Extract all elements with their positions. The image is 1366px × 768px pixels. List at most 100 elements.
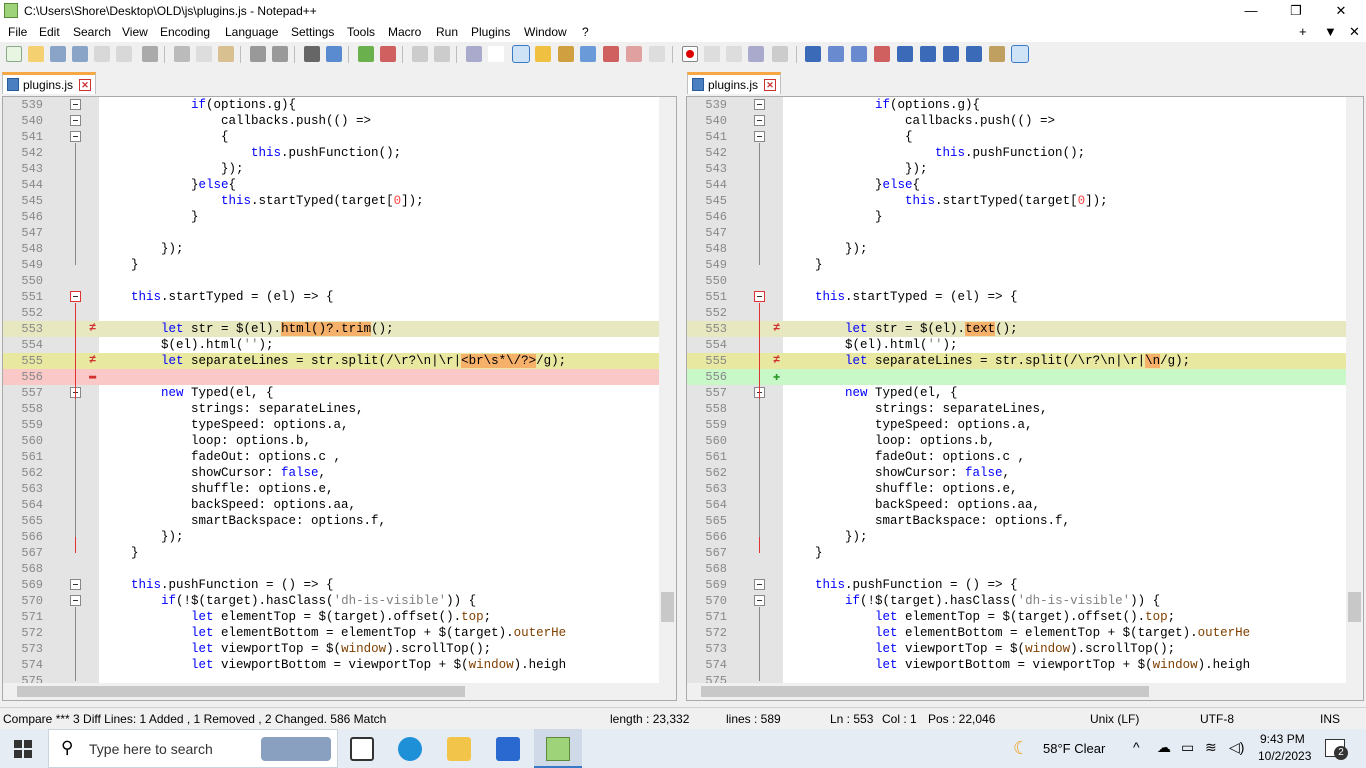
code-line[interactable]: 565 smartBackspace: options.f, xyxy=(687,513,1363,529)
fold-toggle-icon[interactable] xyxy=(754,595,765,606)
code-line[interactable]: 559 typeSpeed: options.a, xyxy=(687,417,1363,433)
code-line[interactable]: 552 xyxy=(3,305,676,321)
find-icon[interactable] xyxy=(304,46,320,62)
windows-start-icon[interactable] xyxy=(14,740,32,758)
zoom-out-icon[interactable] xyxy=(380,46,396,62)
save-macro-icon[interactable] xyxy=(772,46,788,62)
code-line[interactable]: 553 ≠ let str = $(el).html()?.trim(); xyxy=(3,321,676,337)
run-macro-multiple-icon[interactable] xyxy=(748,46,764,62)
menu-macro[interactable]: Macro xyxy=(388,25,421,39)
close-tab-icon[interactable]: ✕ xyxy=(764,79,776,91)
code-line[interactable]: 556 ▬ xyxy=(3,369,676,385)
code-line[interactable]: 551 this.startTyped = (el) => { xyxy=(687,289,1363,305)
code-line[interactable]: 553 ≠ let str = $(el).text(); xyxy=(687,321,1363,337)
close-tab-icon[interactable]: ✕ xyxy=(79,79,91,91)
folder-icon[interactable] xyxy=(626,46,642,62)
sync-horizontal-icon[interactable] xyxy=(434,46,450,62)
fold-toggle-icon[interactable] xyxy=(754,99,765,110)
fold-toggle-icon[interactable] xyxy=(70,579,81,590)
menu-help[interactable]: ? xyxy=(582,25,589,39)
first-diff-icon[interactable] xyxy=(897,46,913,62)
code-line[interactable]: 562 showCursor: false, xyxy=(687,465,1363,481)
code-line[interactable]: 545 this.startTyped(target[0]); xyxy=(3,193,676,209)
function-list-icon[interactable] xyxy=(580,46,596,62)
code-line[interactable]: 574 let viewportBottom = viewportTop + $… xyxy=(3,657,676,673)
code-line[interactable]: 571 let elementTop = $(target).offset().… xyxy=(3,609,676,625)
print-icon[interactable] xyxy=(142,46,158,62)
dropdown-icon[interactable]: ▼ xyxy=(1324,24,1337,39)
code-line[interactable]: 541 { xyxy=(687,129,1363,145)
code-line[interactable]: 541 { xyxy=(3,129,676,145)
code-line[interactable]: 558 strings: separateLines, xyxy=(687,401,1363,417)
code-line[interactable]: 572 let elementBottom = elementTop + $(t… xyxy=(3,625,676,641)
close-icon[interactable] xyxy=(94,46,110,62)
weather-text[interactable]: 58°F Clear xyxy=(1043,741,1105,756)
close-doc-icon[interactable]: ✕ xyxy=(1349,24,1360,40)
code-line[interactable]: 545 this.startTyped(target[0]); xyxy=(687,193,1363,209)
code-line[interactable]: 554 $(el).html(''); xyxy=(687,337,1363,353)
right-editor-pane[interactable]: 539 if(options.g){540 callbacks.push(() … xyxy=(686,96,1364,701)
code-line[interactable]: 568 xyxy=(687,561,1363,577)
menu-tools[interactable]: Tools xyxy=(347,25,375,39)
code-line[interactable]: 571 let elementTop = $(target).offset().… xyxy=(687,609,1363,625)
new-tab-plus-icon[interactable]: + xyxy=(1299,24,1307,39)
right-vertical-scrollbar[interactable] xyxy=(1346,97,1363,700)
replace-icon[interactable] xyxy=(326,46,342,62)
code-line[interactable]: 554 $(el).html(''); xyxy=(3,337,676,353)
close-button[interactable]: ✕ xyxy=(1318,0,1364,22)
code-line[interactable]: 557 new Typed(el, { xyxy=(687,385,1363,401)
taskbar-notepadpp-button[interactable] xyxy=(534,729,582,768)
menu-view[interactable]: View xyxy=(122,25,148,39)
cloud-icon[interactable]: ☁ xyxy=(1157,739,1171,756)
maximize-button[interactable]: ❐ xyxy=(1273,0,1319,22)
battery-icon[interactable]: ▭ xyxy=(1181,739,1194,756)
chevron-up-icon[interactable]: ^ xyxy=(1133,739,1140,755)
code-line[interactable]: 551 this.startTyped = (el) => { xyxy=(3,289,676,305)
folder-workspace-icon[interactable] xyxy=(603,46,619,62)
fold-toggle-icon[interactable] xyxy=(754,579,765,590)
code-line[interactable]: 563 shuffle: options.e, xyxy=(3,481,676,497)
code-line[interactable]: 570 if(!$(target).hasClass('dh-is-visibl… xyxy=(3,593,676,609)
insert-mode-indicator[interactable]: INS xyxy=(1320,712,1340,726)
left-editor-pane[interactable]: 539 if(options.g){540 callbacks.push(() … xyxy=(2,96,677,701)
code-line[interactable]: 543 }); xyxy=(687,161,1363,177)
file-explorer-icon[interactable] xyxy=(447,737,471,761)
code-line[interactable]: 539 if(options.g){ xyxy=(687,97,1363,113)
code-line[interactable]: 573 let viewportTop = $(window).scrollTo… xyxy=(3,641,676,657)
code-line[interactable]: 550 xyxy=(687,273,1363,289)
tab-right-plugins-js[interactable]: plugins.js ✕ xyxy=(687,72,781,94)
code-line[interactable]: 546 } xyxy=(687,209,1363,225)
encoding-indicator[interactable]: UTF-8 xyxy=(1200,712,1234,726)
menu-edit[interactable]: Edit xyxy=(39,25,60,39)
code-line[interactable]: 567 } xyxy=(687,545,1363,561)
code-line[interactable]: 563 shuffle: options.e, xyxy=(687,481,1363,497)
code-line[interactable]: 542 this.pushFunction(); xyxy=(3,145,676,161)
undo-icon[interactable] xyxy=(250,46,266,62)
prev-diff-icon[interactable] xyxy=(920,46,936,62)
sync-vertical-icon[interactable] xyxy=(412,46,428,62)
show-all-chars-icon[interactable] xyxy=(488,46,504,62)
code-line[interactable]: 557 new Typed(el, { xyxy=(3,385,676,401)
code-line[interactable]: 558 strings: separateLines, xyxy=(3,401,676,417)
code-line[interactable]: 544 }else{ xyxy=(687,177,1363,193)
code-line[interactable]: 562 showCursor: false, xyxy=(3,465,676,481)
fold-toggle-icon[interactable] xyxy=(754,115,765,126)
code-line[interactable]: 564 backSpeed: options.aa, xyxy=(687,497,1363,513)
menu-run[interactable]: Run xyxy=(436,25,458,39)
fold-toggle-icon[interactable] xyxy=(70,131,81,142)
save-all-icon[interactable] xyxy=(72,46,88,62)
fold-toggle-icon[interactable] xyxy=(70,291,81,302)
code-line[interactable]: 547 xyxy=(687,225,1363,241)
new-file-icon[interactable] xyxy=(6,46,22,62)
code-line[interactable]: 572 let elementBottom = elementTop + $(t… xyxy=(687,625,1363,641)
code-line[interactable]: 548 }); xyxy=(3,241,676,257)
play-macro-icon[interactable] xyxy=(726,46,742,62)
code-line[interactable]: 569 this.pushFunction = () => { xyxy=(687,577,1363,593)
menu-file[interactable]: File xyxy=(8,25,27,39)
notification-icon[interactable]: 2 xyxy=(1325,739,1348,760)
word-wrap-icon[interactable] xyxy=(466,46,482,62)
last-diff-icon[interactable] xyxy=(966,46,982,62)
menu-settings[interactable]: Settings xyxy=(291,25,334,39)
stop-macro-icon[interactable] xyxy=(704,46,720,62)
code-line[interactable]: 564 backSpeed: options.aa, xyxy=(3,497,676,513)
